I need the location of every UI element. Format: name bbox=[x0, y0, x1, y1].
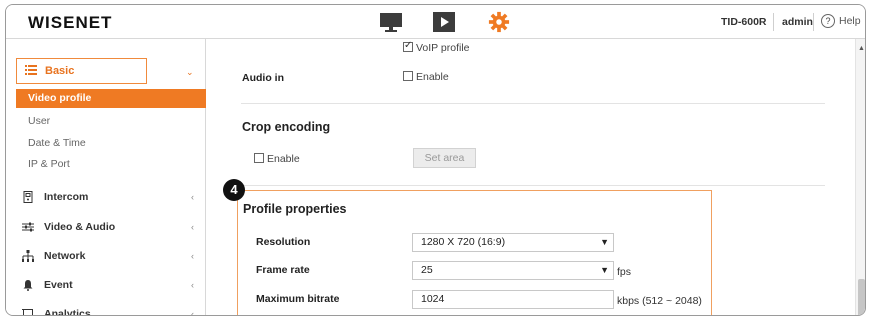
bell-icon bbox=[22, 279, 34, 291]
help-icon: ? bbox=[821, 14, 835, 28]
sidebar-item-basic[interactable]: Basic bbox=[16, 58, 147, 84]
chevron-down-icon[interactable]: ⌄ bbox=[186, 67, 194, 78]
checkbox-label: VoIP profile bbox=[416, 42, 470, 54]
chevron-down-icon: ▼ bbox=[600, 265, 609, 275]
step-badge: 4 bbox=[223, 179, 245, 201]
divider bbox=[241, 103, 825, 104]
scroll-thumb[interactable] bbox=[858, 279, 865, 315]
chevron-left-icon: ‹ bbox=[191, 251, 194, 261]
sidebar-item-video-profile[interactable]: Video profile bbox=[16, 89, 206, 108]
frame-rate-select[interactable]: 25 ▼ bbox=[412, 261, 614, 280]
crop-encoding-title: Crop encoding bbox=[242, 120, 331, 134]
sidebar-item-user[interactable]: User bbox=[28, 115, 50, 127]
chevron-left-icon: ‹ bbox=[191, 222, 194, 232]
help-button[interactable]: ? Help bbox=[821, 14, 861, 28]
play-icon[interactable] bbox=[432, 11, 456, 33]
sidebar-item-label: Intercom bbox=[44, 191, 89, 203]
audio-in-label: Audio in bbox=[242, 72, 284, 84]
select-value: 25 bbox=[421, 264, 433, 276]
sidebar-item-label: Analytics bbox=[44, 308, 91, 316]
monitor-icon[interactable] bbox=[379, 11, 403, 33]
scrollbar[interactable]: ▲ bbox=[855, 39, 865, 315]
divider bbox=[813, 13, 814, 31]
chevron-left-icon: ‹ bbox=[191, 192, 194, 202]
checkbox-label: Enable bbox=[416, 71, 449, 83]
sidebar-item-date-time[interactable]: Date & Time bbox=[28, 137, 86, 149]
sidebar-item-label: Video & Audio bbox=[44, 221, 116, 233]
resolution-select[interactable]: 1280 X 720 (16:9) ▼ bbox=[412, 233, 614, 252]
sidebar-item-network[interactable]: Network ‹ bbox=[22, 250, 198, 262]
sidebar-item-analytics[interactable]: Analytics ‹ bbox=[22, 308, 198, 316]
maximum-bitrate-input[interactable]: 1024 bbox=[412, 290, 614, 309]
sidebar-item-event[interactable]: Event ‹ bbox=[22, 279, 198, 291]
help-label: Help bbox=[839, 15, 861, 27]
audio-in-enable-checkbox[interactable]: Enable bbox=[403, 71, 449, 83]
chevron-down-icon: ▼ bbox=[600, 237, 609, 247]
checkbox-label: Enable bbox=[267, 153, 300, 165]
sidebar-item-label: Network bbox=[44, 250, 86, 262]
sidebar-item-label: Basic bbox=[45, 65, 75, 77]
chevron-left-icon: ‹ bbox=[191, 280, 194, 290]
divider bbox=[241, 185, 825, 186]
list-icon bbox=[25, 64, 37, 78]
top-bar: WISENET TID-600R admin ? Help bbox=[6, 5, 865, 39]
voip-profile-checkbox[interactable]: VoIP profile bbox=[403, 40, 470, 54]
set-area-button[interactable]: Set area bbox=[413, 148, 476, 168]
sidebar-item-video-audio[interactable]: Video & Audio ‹ bbox=[22, 221, 198, 233]
user-name[interactable]: admin bbox=[782, 16, 813, 28]
maximum-bitrate-label: Maximum bitrate bbox=[256, 293, 340, 305]
frame-rate-unit: fps bbox=[617, 266, 632, 278]
intercom-icon bbox=[22, 191, 34, 203]
sidebar-item-label: Event bbox=[44, 279, 73, 291]
profile-properties-title: Profile properties bbox=[243, 202, 347, 216]
main-content: VoIP profile Audio in Enable Crop encodi… bbox=[207, 39, 855, 315]
frame-rate-label: Frame rate bbox=[256, 264, 310, 276]
model-name: TID-600R bbox=[721, 16, 767, 28]
sidebar-item-ip-port[interactable]: IP & Port bbox=[28, 158, 70, 170]
sidebar-item-intercom[interactable]: Intercom ‹ bbox=[22, 191, 198, 203]
bitrate-range-hint: kbps (512 ~ 2048) bbox=[617, 295, 702, 307]
logo: WISENET bbox=[28, 13, 113, 32]
sidebar: Basic ⌄ Video profile User Date & Time I… bbox=[6, 39, 206, 316]
scroll-up-icon[interactable]: ▲ bbox=[858, 45, 865, 52]
crop-enable-checkbox[interactable]: Enable bbox=[254, 153, 300, 165]
app-window: WISENET TID-600R admin ? Help Basic ⌄ Vi… bbox=[5, 4, 866, 316]
select-value: 1280 X 720 (16:9) bbox=[421, 236, 506, 248]
network-icon bbox=[22, 250, 34, 262]
divider bbox=[773, 13, 774, 31]
chevron-left-icon: ‹ bbox=[191, 309, 194, 316]
gear-icon[interactable] bbox=[487, 11, 511, 33]
checkbox-checked[interactable] bbox=[403, 40, 413, 52]
sliders-icon bbox=[22, 221, 34, 233]
checkbox[interactable] bbox=[254, 153, 264, 163]
analytics-icon bbox=[22, 308, 34, 315]
resolution-label: Resolution bbox=[256, 236, 311, 248]
checkbox[interactable] bbox=[403, 71, 413, 81]
